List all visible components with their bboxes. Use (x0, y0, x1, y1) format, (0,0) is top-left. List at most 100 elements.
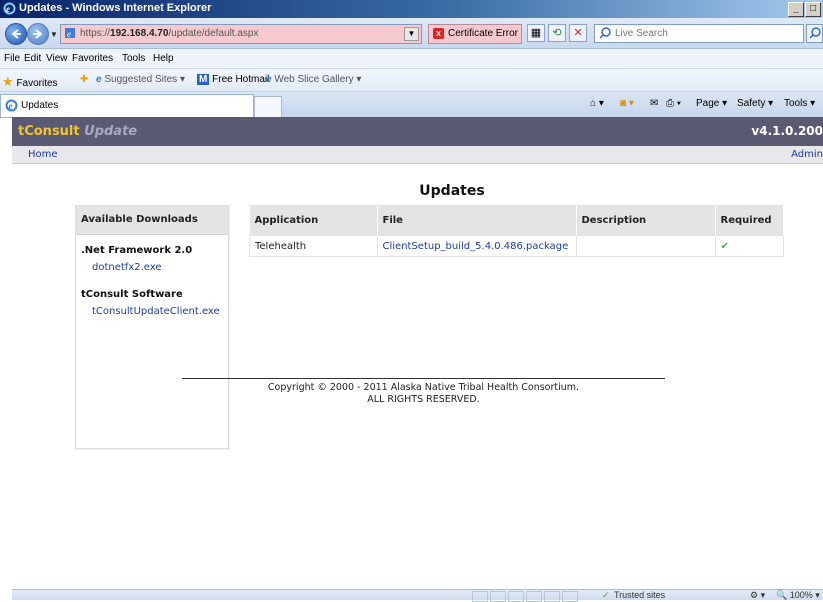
column-header-file: File (377, 205, 577, 236)
downloads-header: Available Downloads (76, 206, 228, 235)
rights-line: ALL RIGHTS RESERVED. (367, 394, 480, 405)
page-viewport: tConsult Update v4.1.0.200 Home Admin Up… (12, 117, 823, 589)
download-group-title: .Net Framework 2.0 (81, 245, 193, 256)
brand-sub: Update (84, 124, 138, 139)
page-title: Updates (419, 183, 485, 199)
status-bar: ✓ Trusted sites ⚙ ▾ 🔍 100% ▾ (12, 589, 823, 602)
url-path: /update/default.aspx (168, 28, 259, 39)
home-icon[interactable]: ⌂ ▾ (590, 98, 604, 109)
favorites-button[interactable]: ★ Favorites (2, 74, 58, 90)
status-pane (472, 591, 488, 602)
cell-file-link[interactable]: ClientSetup_build_5.4.0.486.package (376, 235, 577, 257)
version-label: v4.1.0.200 (751, 124, 823, 138)
site-logo: tConsult Update (18, 124, 137, 139)
download-link-dotnetfx[interactable]: dotnetfx2.exe (92, 262, 162, 273)
stop-button[interactable]: ✕ (569, 24, 587, 42)
download-link-tconsult-client[interactable]: tConsultUpdateClient.exe (92, 306, 220, 317)
ie-logo-icon: e (3, 2, 16, 15)
tab-title: Updates (21, 100, 59, 111)
free-hotmail-link[interactable]: M Free Hotmail (197, 74, 269, 85)
mail-icon[interactable]: ✉ (650, 98, 658, 109)
favorites-bar: ★ Favorites ✚ e Suggested Sites ▾ M Free… (0, 69, 823, 92)
address-bar-row: ▼ e https://192.168.4.70/update/default.… (0, 18, 823, 49)
cell-application: Telehealth (249, 235, 378, 257)
tab-updates[interactable]: e Updates (0, 94, 254, 117)
svg-text:e: e (6, 4, 10, 14)
menu-edit[interactable]: Edit (24, 53, 41, 64)
downloads-header-label: Available Downloads (81, 214, 198, 225)
shield-error-icon: x (433, 28, 444, 39)
menu-bar: File Edit View Favorites Tools Help (0, 49, 823, 69)
live-search-icon (599, 27, 611, 39)
trusted-sites-icon: ✓ (602, 590, 610, 600)
forward-arrow-icon (33, 29, 43, 39)
page-menu[interactable]: Page ▾ (696, 98, 727, 109)
cell-required: ✔ (714, 235, 784, 257)
refresh-button[interactable]: ⟲ (548, 24, 566, 42)
window-title: Updates - Windows Internet Explorer (19, 2, 212, 14)
recent-pages-dropdown[interactable]: ▼ (50, 30, 58, 39)
site-banner: tConsult Update v4.1.0.200 (12, 117, 823, 146)
suggested-sites-link[interactable]: e Suggested Sites ▾ (96, 74, 185, 85)
copyright-line: Copyright © 2000 - 2011 Alaska Native Tr… (267, 382, 580, 393)
safety-menu[interactable]: Safety ▾ (737, 98, 773, 109)
brand-name: tConsult (18, 124, 80, 139)
back-button[interactable] (5, 23, 27, 45)
menu-favorites[interactable]: Favorites (72, 53, 113, 64)
ie-page-icon: e (266, 74, 272, 85)
download-group-title: tConsult Software (81, 289, 183, 300)
status-pane (526, 591, 542, 602)
suggested-sites-label: Suggested Sites ▾ (104, 74, 185, 85)
certificate-error-button[interactable]: x Certificate Error (428, 24, 522, 44)
address-dropdown[interactable]: ▼ (404, 27, 419, 41)
forward-button[interactable] (27, 23, 49, 45)
updates-table: Application File Description Required Te… (249, 205, 784, 257)
url-host: 192.168.4.70 (110, 28, 169, 39)
menu-help[interactable]: Help (153, 53, 174, 64)
hotmail-icon: M (197, 74, 210, 85)
protected-mode-icon[interactable]: ⚙ ▾ (750, 590, 765, 601)
certificate-error-label: Certificate Error (448, 28, 519, 39)
maximize-button[interactable]: □ (805, 2, 821, 17)
free-hotmail-label: Free Hotmail (212, 74, 270, 85)
new-tab-button[interactable] (254, 96, 282, 118)
feeds-icon[interactable]: ◙ ▾ (620, 98, 634, 109)
tools-menu[interactable]: Tools ▾ (784, 98, 815, 109)
copyright-footer: Copyright © 2000 - 2011 Alaska Native Tr… (182, 382, 665, 406)
tab-row: e Updates ⌂ ▾ ◙ ▾ ✉ ⎙ ▾ Page ▾ Safety ▾ … (0, 92, 823, 118)
menu-view[interactable]: View (46, 53, 68, 64)
cell-description (575, 235, 716, 257)
back-arrow-icon (11, 29, 21, 39)
table-row: Telehealth ClientSetup_build_5.4.0.486.p… (249, 235, 784, 257)
status-pane (562, 591, 578, 602)
menu-tools[interactable]: Tools (122, 53, 145, 64)
status-pane (544, 591, 560, 602)
search-placeholder: Live Search (615, 28, 668, 39)
column-header-required: Required (715, 205, 784, 236)
search-input[interactable]: Live Search (594, 24, 804, 43)
status-pane (508, 591, 524, 602)
favorites-star-icon: ★ (2, 74, 14, 89)
web-slice-gallery-label: Web Slice Gallery ▾ (274, 74, 362, 85)
favorites-label: Favorites (16, 78, 58, 89)
nav-home-link[interactable]: Home (28, 149, 58, 160)
print-icon[interactable]: ⎙ ▾ (666, 98, 681, 109)
page-icon: e (65, 28, 75, 39)
web-slice-gallery-link[interactable]: e Web Slice Gallery ▾ (266, 74, 361, 85)
footer-divider (182, 378, 665, 379)
table-header-row: Application File Description Required (249, 205, 784, 236)
svg-text:e: e (9, 101, 13, 111)
compatibility-view-button[interactable]: ▦ (527, 24, 545, 42)
search-button[interactable] (806, 24, 823, 43)
site-nav: Home Admin (12, 146, 823, 164)
ie-tab-icon: e (5, 99, 18, 112)
menu-file[interactable]: File (4, 53, 20, 64)
column-header-description: Description (576, 205, 716, 236)
address-field[interactable]: e https://192.168.4.70/update/default.as… (60, 24, 422, 44)
required-check-icon: ✔ (720, 240, 729, 252)
minimize-button[interactable]: _ (788, 2, 804, 17)
zoom-control[interactable]: 🔍 100% ▾ (776, 590, 820, 601)
url-prefix: https:// (80, 28, 111, 39)
add-favorites-icon[interactable]: ✚ (80, 74, 88, 85)
nav-admin-link[interactable]: Admin (791, 149, 823, 160)
